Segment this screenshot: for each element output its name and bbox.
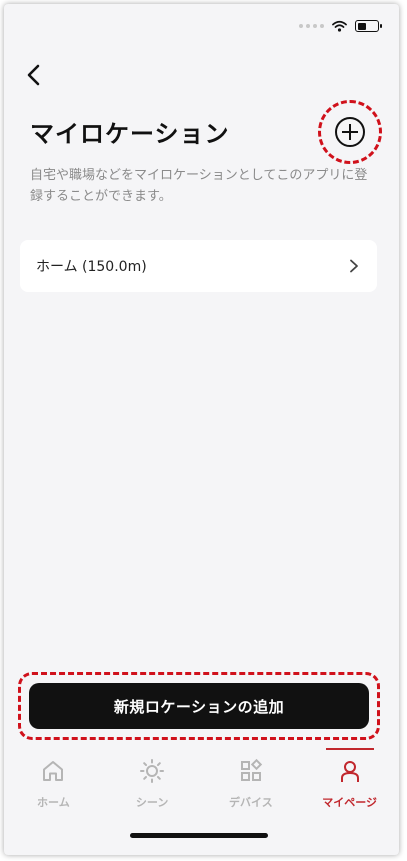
signal-icon bbox=[299, 24, 324, 28]
sun-icon bbox=[140, 759, 165, 783]
tab-scene[interactable]: シーン bbox=[103, 748, 202, 818]
wifi-icon bbox=[332, 20, 347, 32]
devices-icon bbox=[240, 758, 263, 781]
tab-mypage-label: マイページ bbox=[322, 796, 378, 809]
status-bar bbox=[299, 20, 382, 32]
tab-devices[interactable]: デバイス bbox=[202, 748, 301, 818]
tab-devices-label: デバイス bbox=[229, 796, 273, 809]
person-icon bbox=[340, 761, 359, 782]
home-icon bbox=[43, 761, 64, 781]
add-button-highlight bbox=[318, 100, 382, 164]
back-arrow-icon[interactable] bbox=[22, 60, 46, 90]
tab-home-label: ホーム bbox=[37, 796, 70, 809]
home-indicator bbox=[130, 833, 268, 838]
tab-home[interactable]: ホーム bbox=[4, 748, 103, 818]
tab-scene-label: シーン bbox=[135, 796, 169, 809]
page-description: 自宅や職場などをマイロケーションとしてこのアプリに登録することができます。 bbox=[30, 168, 368, 204]
add-location-button[interactable]: 新規ロケーションの追加 bbox=[29, 683, 369, 729]
add-location-highlight: 新規ロケーションの追加 bbox=[18, 672, 380, 740]
battery-icon bbox=[355, 20, 382, 32]
tab-mypage[interactable]: マイページ bbox=[300, 748, 399, 818]
page-title: マイロケーション bbox=[30, 120, 230, 148]
location-item-home[interactable]: ホーム (150.0m) bbox=[20, 240, 377, 292]
tab-bar: ホーム シーン デバイス マイページ bbox=[4, 748, 399, 818]
chevron-right-icon bbox=[350, 259, 358, 273]
location-item-label: ホーム (150.0m) bbox=[36, 259, 147, 275]
plus-circle-icon[interactable] bbox=[335, 117, 365, 147]
phone-screen: マイロケーション 自宅や職場などをマイロケーションとしてこのアプリに登録すること… bbox=[4, 4, 399, 855]
